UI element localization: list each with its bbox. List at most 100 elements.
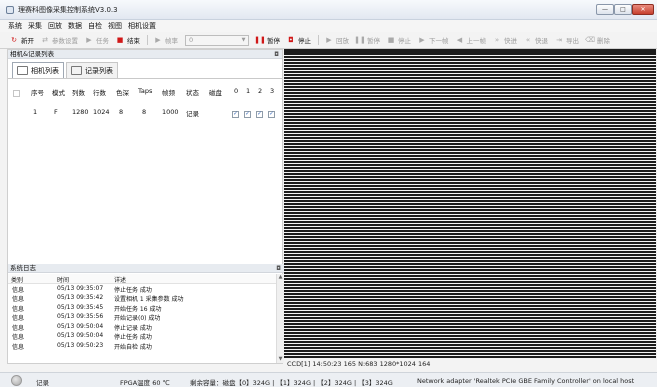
column-header: 模式 — [52, 89, 65, 97]
column-header: 1 — [246, 87, 251, 95]
disk-0-checkbox[interactable]: ✓ — [232, 111, 239, 118]
log-row[interactable]: 信息 05/13 09:50:04 停止任务 成功 — [8, 331, 276, 341]
toolbar-divider — [147, 35, 148, 45]
new-icon: ↻ — [11, 35, 17, 44]
delete-icon: ⌫ — [585, 35, 595, 44]
export-button[interactable]: ⇥ 导出 — [555, 35, 579, 45]
next-frame-button[interactable]: ▶ 下一帧 — [418, 35, 448, 45]
disk-1-checkbox[interactable]: ✓ — [244, 111, 251, 118]
left-panel: 相机&记录列表 ◘ 相机列表 记录列表 序号 模式 列数 行数 色深 Taps 帧… — [7, 49, 284, 364]
log-table: 类别 时间 详述 信息 05/13 09:35:07 停止任务 成功 信息 05/13… — [8, 274, 276, 351]
camera-tabs: 相机列表 记录列表 — [12, 62, 120, 78]
app-icon — [6, 6, 14, 14]
list-icon — [71, 66, 82, 75]
status-bar: 记录 FPGA温度 60 ℃ 剩余容量：磁盘【0】324G | 【1】324G … — [0, 372, 657, 387]
image-info: CCD[1] 14:50:23 165 N:683 1280*1024 164 — [284, 359, 656, 369]
table-row[interactable]: 1 F 1280 1024 8 8 1000 记录 ✓ ✓ ✓ ✓ — [11, 105, 279, 118]
minimize-button[interactable]: — — [596, 4, 614, 15]
menu-bar: 系统 采集 回放 数据 自检 视图 相机设置 — [0, 20, 657, 32]
log-row[interactable]: 信息 05/13 09:50:04 停止记录 成功 — [8, 322, 276, 332]
params-button[interactable]: ⇄ 参数设置 — [41, 35, 78, 45]
column-header: 帧频 — [162, 89, 175, 97]
fast-forward-icon: » — [494, 35, 500, 44]
playback-button[interactable]: ▶ 回放 — [325, 35, 349, 45]
play-icon: ▶ — [326, 35, 332, 44]
log-table-header: 类别 时间 详述 — [8, 274, 276, 284]
camera-panel-header: 相机&记录列表 ◘ — [8, 50, 282, 59]
camera-icon — [17, 66, 28, 75]
network-adapter: Network adapter 'Realtek PCIe GBE Family… — [417, 377, 635, 385]
app-window: 理赛科图像采集控制系统V3.0.3 — □ ✕ 系统 采集 回放 数据 自检 视… — [0, 0, 657, 387]
fpga-temperature: FPGA温度 60 ℃ — [120, 379, 170, 387]
column-header: 3 — [270, 87, 275, 95]
new-button[interactable]: ↻ 新开 — [10, 35, 34, 45]
next-frame-icon: ▶ — [419, 35, 425, 44]
menu-data[interactable]: 数据 — [68, 21, 82, 31]
title-bar: 理赛科图像采集控制系统V3.0.3 — □ ✕ — [0, 0, 657, 20]
column-header: 行数 — [93, 89, 106, 97]
image-view-top — [284, 49, 656, 54]
column-header: 2 — [258, 87, 263, 95]
chevron-down-icon: ▼ — [241, 37, 246, 43]
pin-icon[interactable]: ◘ — [274, 50, 279, 59]
tab-record-list[interactable]: 记录列表 — [66, 62, 118, 78]
playback-pause-button[interactable]: ❚❚ 暂停 — [354, 35, 380, 45]
pin-icon[interactable]: ◘ — [276, 264, 281, 273]
fast-forward-button[interactable]: » 快进 — [493, 35, 517, 45]
params-icon: ⇄ — [42, 35, 48, 44]
menu-camera-settings[interactable]: 相机设置 — [128, 21, 156, 31]
toolbar: ↻ 新开 ⇄ 参数设置 ▶ 任务 ■ 结束 ▶ 帧率 0 ▼ ❚❚ 暂停 ◘ 停止 ▶ 回放 ❚❚… — [0, 32, 657, 49]
playback-stop-button[interactable]: ■ 停止 — [387, 35, 411, 45]
log-panel: 系统日志 ◘ 类别 时间 详述 信息 05/13 09:35:07 停止任务 成功 信… — [8, 264, 284, 364]
frame-rate-select[interactable]: 0 ▼ — [185, 34, 249, 46]
menu-view[interactable]: 视图 — [108, 21, 122, 31]
stop-button[interactable]: ◘ 停止 — [287, 35, 311, 45]
frame-rate-label: ▶ 帧率 — [155, 35, 178, 45]
task-button[interactable]: ▶ 任务 — [85, 35, 109, 45]
camera-table-header: 序号 模式 列数 行数 色深 Taps 帧频 状态 磁盘 0 1 2 3 — [11, 84, 279, 97]
scroll-down-icon[interactable]: ▼ — [277, 356, 284, 363]
disk-capacity: 剩余容量：磁盘【0】324G | 【1】324G | 【2】324G | 【3】… — [190, 379, 393, 387]
prev-frame-icon: ◀ — [456, 35, 463, 44]
fast-rewind-button[interactable]: «快退 — [524, 35, 548, 45]
menu-selftest[interactable]: 自检 — [88, 21, 102, 31]
window-title: 理赛科图像采集控制系统V3.0.3 — [18, 6, 118, 14]
column-header: 列数 — [72, 89, 85, 97]
end-icon: ■ — [116, 35, 124, 44]
menu-capture[interactable]: 采集 — [28, 21, 42, 31]
log-panel-header: 系统日志 ◘ — [8, 264, 284, 273]
column-header: Taps — [138, 87, 153, 95]
log-row[interactable]: 信息 05/13 09:35:07 停止任务 成功 — [8, 284, 276, 294]
status-mode: 记录 — [36, 379, 49, 387]
menu-playback[interactable]: 回放 — [48, 21, 62, 31]
export-icon: ⇥ — [556, 35, 562, 44]
column-header: 序号 — [31, 89, 44, 97]
column-header: 磁盘 — [209, 89, 222, 97]
prev-frame-button[interactable]: ◀ 上一帧 — [456, 35, 486, 45]
select-all-checkbox[interactable] — [13, 90, 20, 97]
log-scrollbar[interactable]: ▲ ▼ — [276, 274, 284, 363]
log-row[interactable]: 信息 05/13 09:35:56 开始记录(0) 成功 — [8, 312, 276, 322]
tab-divider — [8, 78, 282, 79]
scroll-up-icon[interactable]: ▲ — [277, 274, 284, 281]
delete-button[interactable]: ⌫ 删除 — [585, 35, 610, 45]
disk-2-checkbox[interactable]: ✓ — [256, 111, 263, 118]
tab-camera-list[interactable]: 相机列表 — [12, 62, 64, 78]
log-row[interactable]: 信息 05/13 09:35:45 开始任务 16 成功 — [8, 303, 276, 313]
column-header: 0 — [234, 87, 239, 95]
column-header: 状态 — [186, 89, 199, 97]
log-row[interactable]: 信息 05/13 09:35:42 设置相机 1 采集参数 成功 — [8, 293, 276, 303]
disk-3-checkbox[interactable]: ✓ — [268, 111, 275, 118]
end-button[interactable]: ■ 结束 — [116, 35, 140, 45]
column-header: 色深 — [116, 89, 129, 97]
record-icon: ▶ — [155, 35, 161, 44]
status-indicator-icon — [11, 375, 22, 386]
close-button[interactable]: ✕ — [632, 4, 654, 15]
maximize-button[interactable]: □ — [614, 4, 632, 15]
pause-button[interactable]: ❚❚ 暂停 — [254, 35, 280, 45]
image-view[interactable] — [284, 49, 656, 359]
log-row[interactable]: 信息 05/13 09:50:23 开始自检 成功 — [8, 341, 276, 351]
stop-icon: ◘ — [288, 35, 294, 44]
menu-system[interactable]: 系统 — [8, 21, 22, 31]
toolbar-divider — [318, 35, 319, 45]
